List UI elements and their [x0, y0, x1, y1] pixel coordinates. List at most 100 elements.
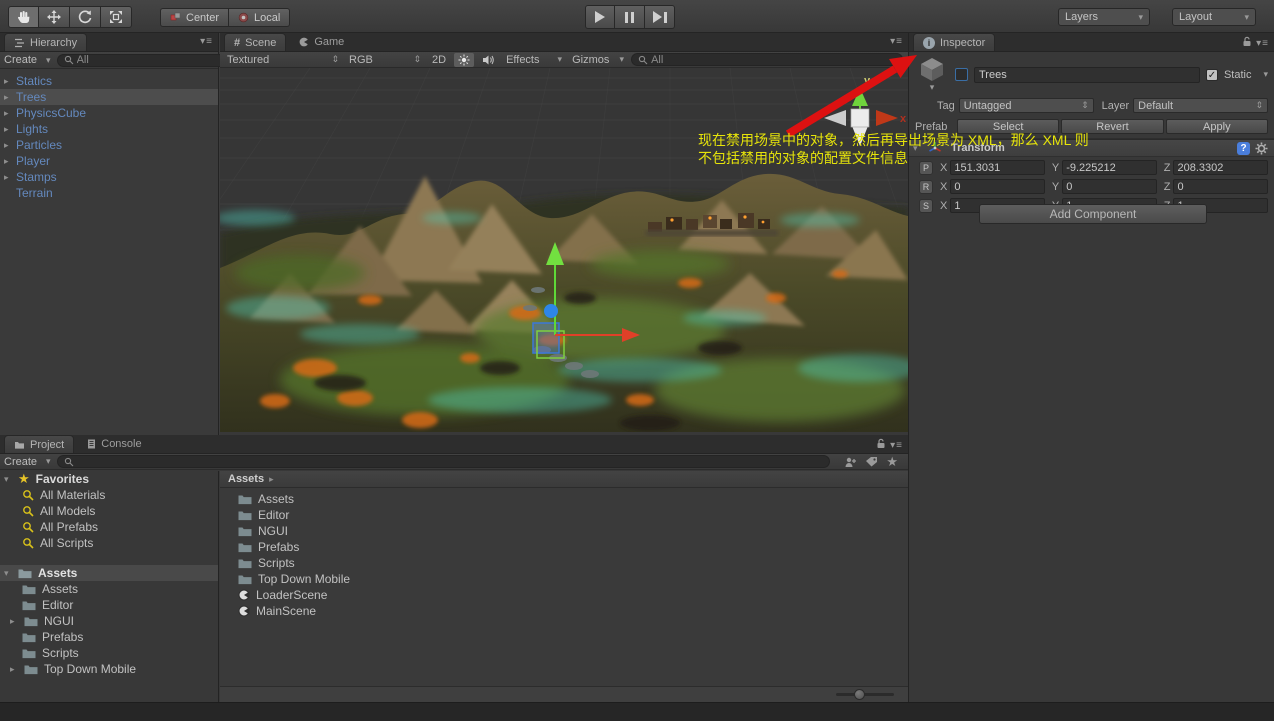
pivot-center-button[interactable]: Center — [160, 8, 230, 27]
asset-folder-editor[interactable]: Editor — [220, 507, 908, 523]
object-icon-wrap[interactable]: ▾ — [915, 56, 949, 93]
prefab-revert-button[interactable]: Revert — [1061, 119, 1164, 134]
2d-toggle[interactable]: 2D — [428, 53, 450, 67]
tab-project[interactable]: Project — [4, 435, 75, 453]
icon-picker-caret[interactable]: ▾ — [930, 82, 935, 93]
foldout-icon[interactable]: ▸ — [4, 140, 16, 151]
scene-search-input[interactable] — [651, 53, 897, 66]
position-z-field[interactable] — [1173, 160, 1269, 175]
project-search[interactable] — [56, 455, 831, 468]
pause-button[interactable] — [615, 5, 645, 29]
foldout-icon[interactable]: ▸ — [4, 172, 16, 183]
tab-inspector[interactable]: i Inspector — [913, 33, 996, 51]
effects-dropdown[interactable]: Effects ▾ — [503, 53, 565, 66]
layer-dropdown[interactable]: Default ⇕ — [1133, 98, 1268, 113]
favorite-star-icon[interactable]: ★ — [886, 454, 898, 470]
prefab-apply-button[interactable]: Apply — [1165, 119, 1268, 134]
breadcrumb[interactable]: Assets ▸ — [220, 471, 908, 488]
project-search-input[interactable] — [76, 455, 824, 468]
scale-tool-button[interactable] — [101, 6, 132, 28]
hierarchy-item-lights[interactable]: ▸ Lights — [0, 121, 218, 137]
rotation-z-field[interactable] — [1173, 179, 1269, 194]
panel-menu-icon[interactable]: ▾≡ — [890, 36, 903, 47]
layers-dropdown[interactable]: Layers ▾ — [1058, 8, 1150, 26]
asset-folder-top-down-mobile[interactable]: Top Down Mobile — [220, 571, 908, 587]
hierarchy-item-player[interactable]: ▸ Player — [0, 153, 218, 169]
rotation-y-field[interactable] — [1062, 179, 1157, 194]
favorites-root[interactable]: ▾ ★ Favorites — [0, 471, 218, 487]
label-icon[interactable] — [865, 456, 878, 468]
transform-component-header[interactable]: ▾ Transform ? — [909, 139, 1274, 157]
asset-folder-prefabs[interactable]: Prefabs — [220, 539, 908, 555]
audio-toggle[interactable] — [478, 53, 499, 67]
tab-console[interactable]: Console — [78, 435, 150, 453]
rotation-x-field[interactable] — [950, 179, 1045, 194]
asset-folder-scripts[interactable]: Scripts — [220, 555, 908, 571]
lighting-toggle[interactable] — [454, 52, 475, 67]
foldout-icon[interactable]: ▸ — [4, 92, 16, 103]
asset-scene-loaderscene[interactable]: LoaderScene — [220, 587, 908, 603]
add-component-button[interactable]: Add Component — [979, 204, 1207, 224]
active-checkbox[interactable] — [955, 68, 968, 81]
hierarchy-item-physicscube[interactable]: ▸ PhysicsCube — [0, 105, 218, 121]
step-button[interactable] — [645, 5, 675, 29]
hand-tool-button[interactable] — [8, 6, 39, 28]
foldout-icon[interactable]: ▸ — [4, 76, 16, 87]
position-y-field[interactable] — [1062, 160, 1157, 175]
scene-viewport[interactable]: y x — [220, 68, 908, 432]
panel-menu-icon[interactable]: ▾≡ — [890, 440, 903, 451]
tree-item-top-down-mobile[interactable]: ▸ Top Down Mobile — [0, 661, 218, 677]
slider-knob[interactable] — [854, 689, 865, 700]
hierarchy-create-dropdown[interactable]: Create ▾ — [4, 54, 51, 66]
hierarchy-item-statics[interactable]: ▸ Statics — [0, 73, 218, 89]
thumbnail-size-slider[interactable] — [836, 689, 894, 700]
help-icon[interactable]: ? — [1237, 142, 1250, 155]
shading-mode-dropdown[interactable]: Textured ⇕ — [224, 53, 342, 66]
hierarchy-item-trees[interactable]: ▸ Trees — [0, 89, 218, 105]
hierarchy-search-input[interactable] — [76, 54, 219, 66]
assets-root[interactable]: ▾ Assets — [0, 565, 218, 581]
static-dropdown-caret[interactable]: ▾ — [1263, 69, 1268, 80]
tab-game[interactable]: Game — [290, 33, 353, 51]
gizmos-dropdown[interactable]: Gizmos ▾ — [569, 53, 627, 66]
asset-scene-mainscene[interactable]: MainScene — [220, 603, 908, 619]
foldout-icon[interactable]: ▸ — [4, 108, 16, 119]
scene-search[interactable] — [631, 53, 904, 66]
foldout-icon[interactable]: ▾ — [913, 143, 923, 154]
panel-menu-icon[interactable]: ▾≡ — [200, 36, 213, 47]
favorite-all-scripts[interactable]: All Scripts — [0, 535, 218, 551]
hierarchy-item-particles[interactable]: ▸ Particles — [0, 137, 218, 153]
space-local-button[interactable]: Local — [229, 8, 291, 27]
tab-scene[interactable]: # Scene — [224, 33, 287, 51]
move-tool-button[interactable] — [39, 6, 70, 28]
prefab-select-button[interactable]: Select — [957, 119, 1060, 134]
play-button[interactable] — [585, 5, 615, 29]
favorite-all-models[interactable]: All Models — [0, 503, 218, 519]
render-mode-dropdown[interactable]: RGB ⇕ — [346, 53, 424, 66]
position-x-field[interactable] — [950, 160, 1045, 175]
object-name-field[interactable] — [974, 66, 1200, 83]
rotate-tool-button[interactable] — [70, 6, 101, 28]
tree-item-prefabs[interactable]: Prefabs — [0, 629, 218, 645]
static-checkbox[interactable]: ✓ — [1205, 68, 1218, 81]
hierarchy-item-terrain[interactable]: Terrain — [0, 185, 218, 201]
tag-dropdown[interactable]: Untagged ⇕ — [958, 98, 1094, 113]
tree-item-ngui[interactable]: ▸ NGUI — [0, 613, 218, 629]
panel-menu-icon[interactable]: ▾≡ — [1256, 38, 1269, 49]
asset-folder-ngui[interactable]: NGUI — [220, 523, 908, 539]
project-create-dropdown[interactable]: Create ▾ — [4, 456, 51, 468]
favorite-all-materials[interactable]: All Materials — [0, 487, 218, 503]
tree-item-editor[interactable]: Editor — [0, 597, 218, 613]
favorite-all-prefabs[interactable]: All Prefabs — [0, 519, 218, 535]
gear-icon[interactable] — [1255, 142, 1268, 155]
foldout-icon[interactable]: ▸ — [4, 124, 16, 135]
foldout-icon[interactable]: ▸ — [4, 156, 16, 167]
lock-icon[interactable] — [876, 438, 886, 449]
layout-dropdown[interactable]: Layout ▾ — [1172, 8, 1256, 26]
hierarchy-item-stamps[interactable]: ▸ Stamps — [0, 169, 218, 185]
tree-item-scripts[interactable]: Scripts — [0, 645, 218, 661]
hierarchy-search[interactable] — [56, 53, 226, 67]
tab-hierarchy[interactable]: Hierarchy — [4, 33, 88, 51]
tree-item-assets[interactable]: Assets — [0, 581, 218, 597]
asset-folder-assets[interactable]: Assets — [220, 491, 908, 507]
